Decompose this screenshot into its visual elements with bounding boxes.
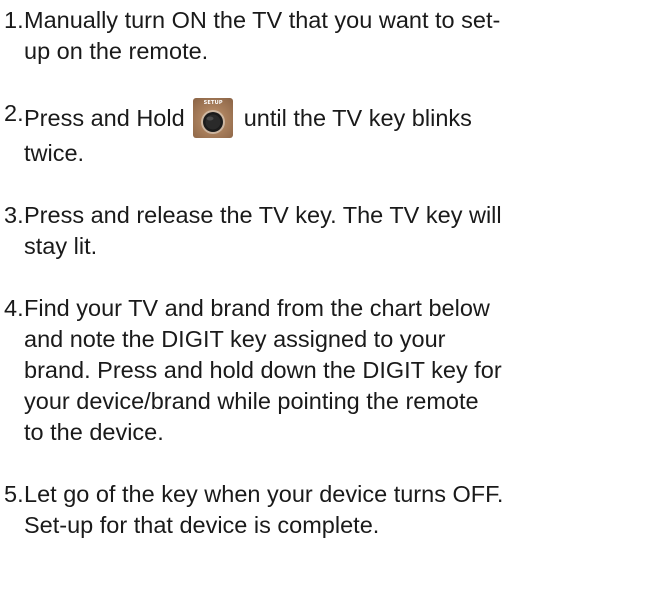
step-5: 5. Let go of the key when your device tu… xyxy=(4,479,649,541)
step-number: 1. xyxy=(4,7,24,33)
step-text-line: until the TV key blinks xyxy=(243,105,472,131)
setup-button-icon: SETUP xyxy=(193,98,234,138)
step-2: 2. Press and Hold SETUP until the TV key… xyxy=(4,98,649,169)
step-text-line: Let go of the key when your device turns… xyxy=(24,481,504,507)
step-4: 4. Find your TV and brand from the chart… xyxy=(4,293,649,448)
step-text-line: Manually turn ON the TV that you want to… xyxy=(24,7,501,33)
step-text-line: your device/brand while pointing the rem… xyxy=(24,388,479,414)
instructions-page: 1. Manually turn ON the TV that you want… xyxy=(0,0,653,616)
step-number: 3. xyxy=(4,202,24,228)
step-text-line: brand. Press and hold down the DIGIT key… xyxy=(24,357,502,383)
step-text-line: Press and release the TV key. The TV key… xyxy=(24,202,502,228)
setup-steps-list: 1. Manually turn ON the TV that you want… xyxy=(4,5,649,541)
step-number: 2. xyxy=(4,100,24,126)
step-text-line: up on the remote. xyxy=(24,38,209,64)
step-text-line: Set-up for that device is complete. xyxy=(24,512,380,538)
step-text-line: Find your TV and brand from the chart be… xyxy=(24,295,490,321)
step-text-line: to the device. xyxy=(24,419,164,445)
step-text-line: twice. xyxy=(24,140,85,166)
step-text-line: Press and Hold xyxy=(24,105,185,131)
step-3: 3. Press and release the TV key. The TV … xyxy=(4,200,649,262)
step-text-line: and note the DIGIT key assigned to your xyxy=(24,326,446,352)
setup-button-label: SETUP xyxy=(203,100,223,106)
step-number: 5. xyxy=(4,481,24,507)
step-text-line: stay lit. xyxy=(24,233,98,259)
step-1: 1. Manually turn ON the TV that you want… xyxy=(4,5,649,67)
step-number: 4. xyxy=(4,295,24,321)
